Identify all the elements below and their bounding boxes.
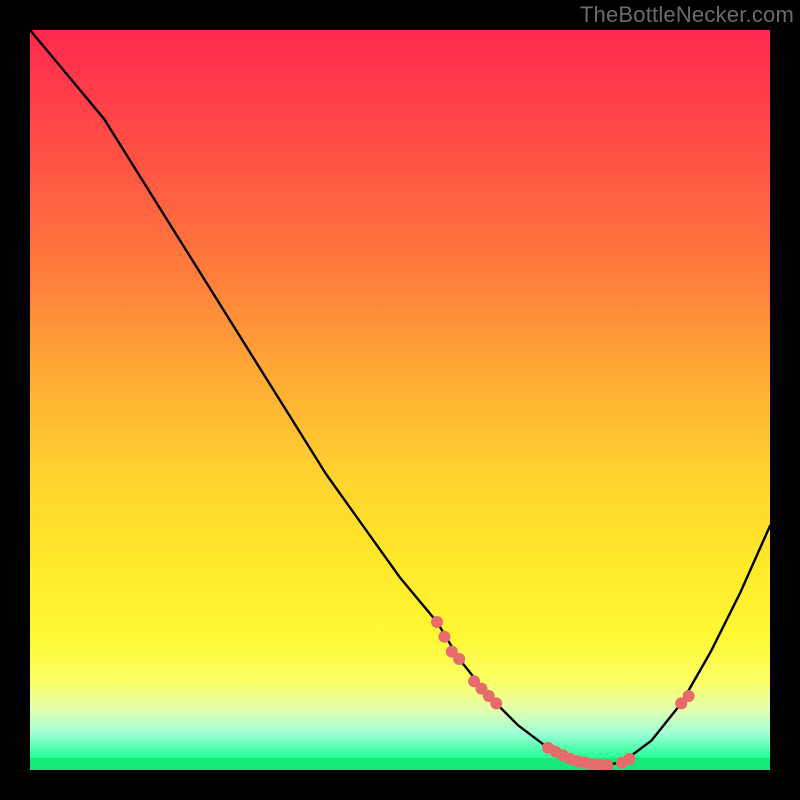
- marker-dot: [453, 653, 465, 665]
- marker-dot: [623, 753, 635, 765]
- curve-layer: [30, 30, 770, 770]
- marker-dot: [431, 616, 443, 628]
- plot-area: [30, 30, 770, 770]
- chart-frame: TheBottleNecker.com: [0, 0, 800, 800]
- highlight-markers: [431, 616, 695, 770]
- bottleneck-curve: [30, 30, 770, 766]
- marker-dot: [490, 697, 502, 709]
- marker-dot: [683, 690, 695, 702]
- marker-dot: [438, 631, 450, 643]
- watermark-text: TheBottleNecker.com: [580, 2, 794, 28]
